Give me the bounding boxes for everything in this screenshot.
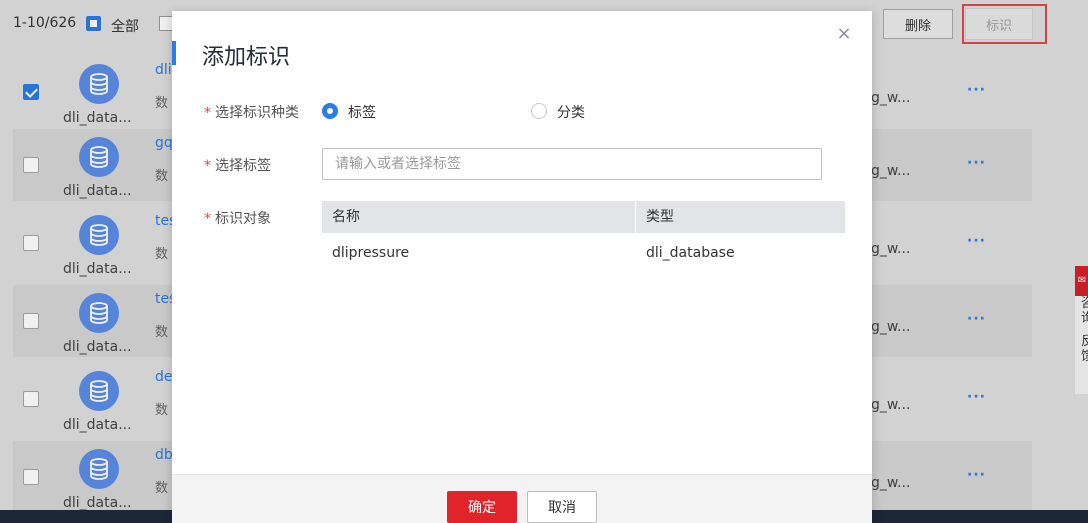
- confirm-button[interactable]: 确定: [447, 491, 517, 523]
- table-row: dlipressure dli_database: [322, 233, 845, 273]
- radio-category[interactable]: [531, 103, 547, 119]
- dialog-title: 添加标识: [202, 45, 291, 70]
- column-header-name: 名称: [332, 209, 360, 225]
- target-field-label: * 标识对象: [204, 211, 271, 227]
- radio-tag[interactable]: [322, 103, 338, 119]
- select-tag-field-label: * 选择标签: [204, 158, 271, 174]
- radio-category-label[interactable]: 分类: [557, 102, 585, 122]
- required-mark: *: [204, 211, 211, 227]
- cancel-button[interactable]: 取消: [527, 491, 597, 523]
- required-mark: *: [204, 158, 211, 174]
- column-header-type: 类型: [646, 209, 674, 225]
- required-mark: *: [204, 105, 211, 121]
- type-field-label: * 选择标识种类: [204, 105, 299, 121]
- target-table: 名称 类型 dlipressure dli_database: [322, 201, 845, 273]
- cell-type: dli_database: [646, 245, 735, 261]
- radio-tag-label[interactable]: 标签: [348, 102, 376, 122]
- table-header: 名称 类型: [322, 201, 845, 233]
- dialog-footer: 确定 取消: [172, 474, 872, 523]
- tag-search-input[interactable]: [322, 148, 822, 180]
- title-accent-bar: [172, 41, 176, 65]
- close-icon[interactable]: ×: [835, 25, 853, 43]
- cell-name: dlipressure: [332, 245, 410, 261]
- add-tag-dialog: 添加标识 × *选择标识种类 标签 分类 *选择标签 *标识对象 名称 类型 d…: [172, 11, 872, 523]
